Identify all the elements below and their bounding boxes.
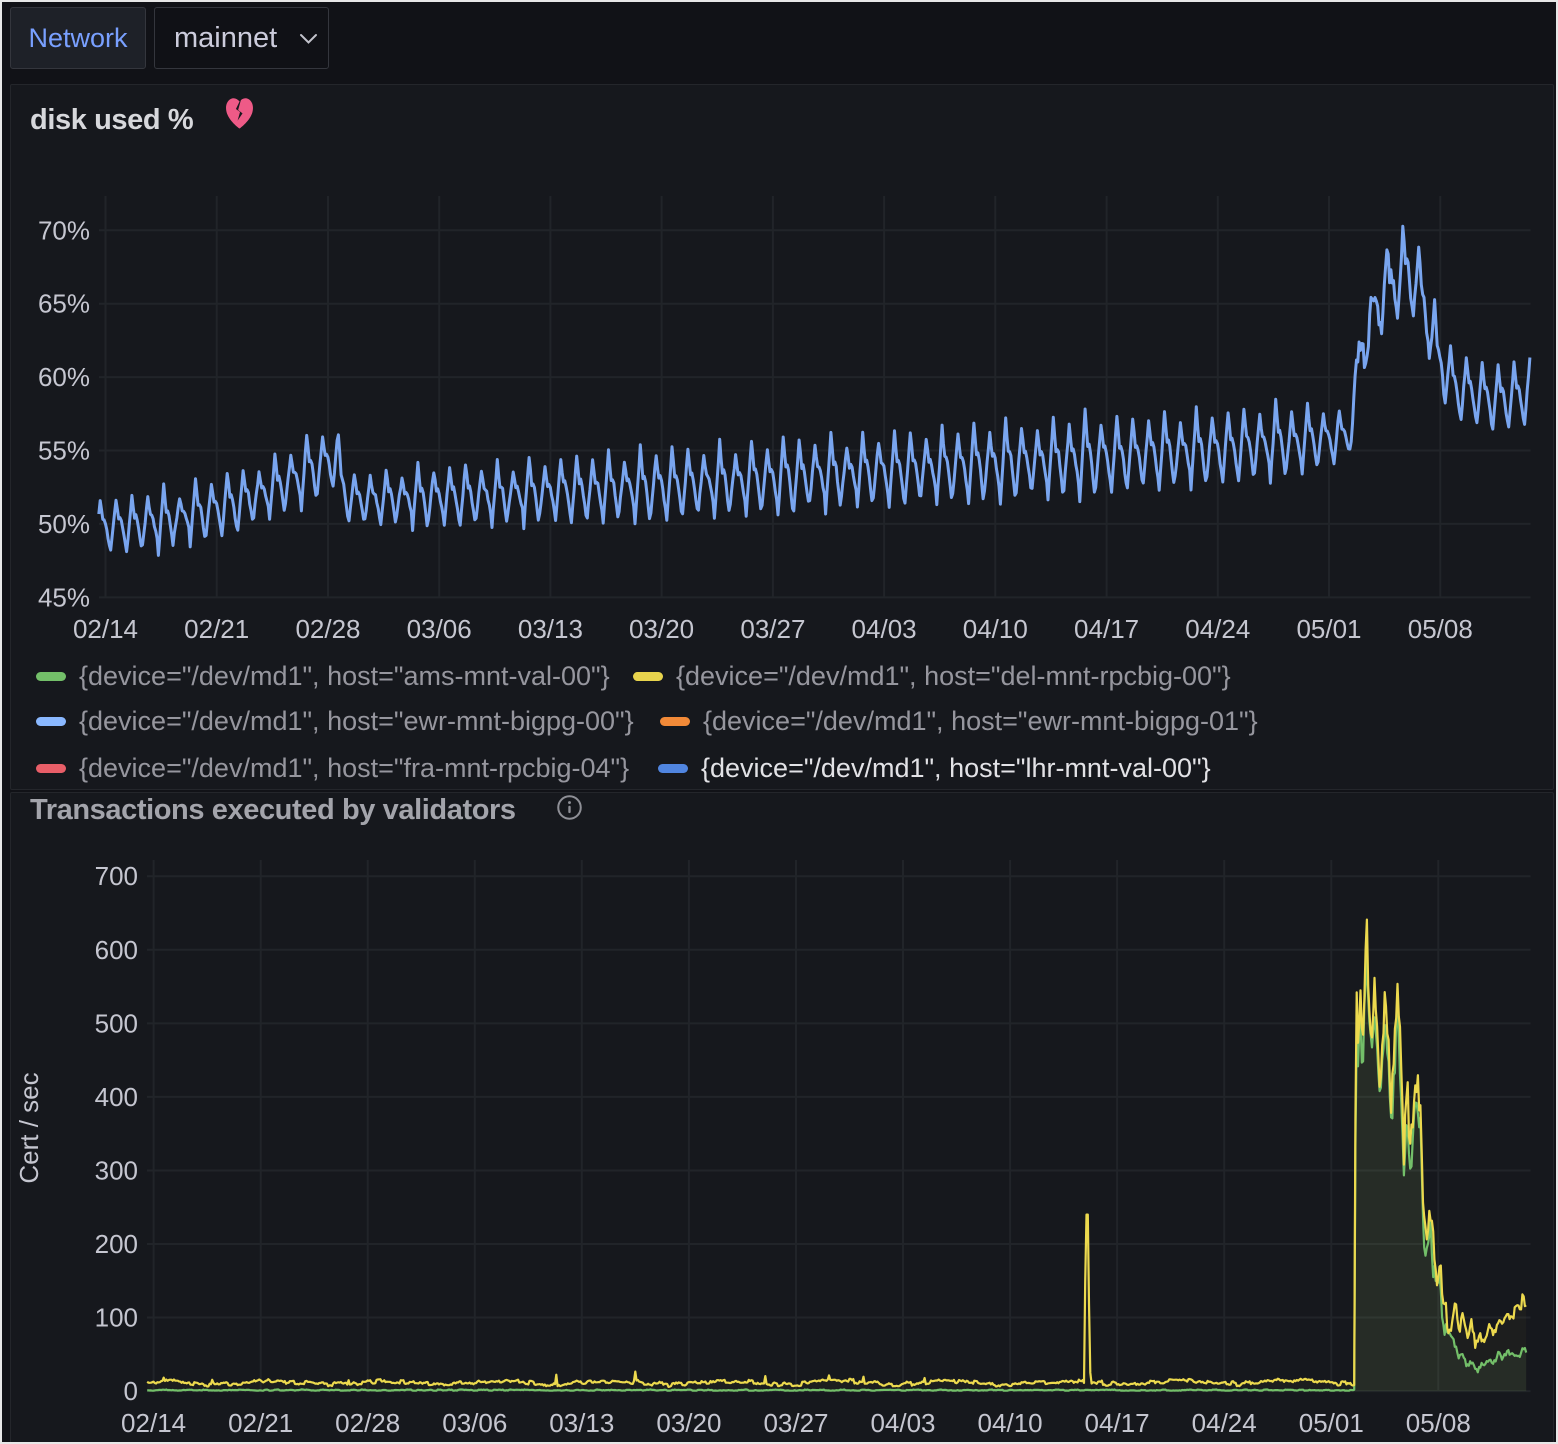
- svg-text:300: 300: [95, 1156, 138, 1186]
- svg-text:04/24: 04/24: [1192, 1408, 1257, 1438]
- svg-text:02/28: 02/28: [335, 1408, 400, 1438]
- svg-text:02/14: 02/14: [73, 614, 138, 644]
- svg-text:04/17: 04/17: [1085, 1408, 1150, 1438]
- svg-text:03/20: 03/20: [629, 614, 694, 644]
- svg-text:03/20: 03/20: [656, 1408, 721, 1438]
- svg-text:03/27: 03/27: [763, 1408, 828, 1438]
- svg-text:02/21: 02/21: [184, 614, 249, 644]
- svg-text:03/06: 03/06: [442, 1408, 507, 1438]
- svg-text:200: 200: [95, 1229, 138, 1259]
- svg-text:500: 500: [95, 1008, 138, 1038]
- svg-text:70%: 70%: [38, 215, 90, 245]
- svg-text:04/10: 04/10: [963, 614, 1028, 644]
- svg-text:05/01: 05/01: [1299, 1408, 1364, 1438]
- svg-text:700: 700: [95, 861, 138, 891]
- svg-text:03/27: 03/27: [740, 614, 805, 644]
- svg-text:04/17: 04/17: [1074, 614, 1139, 644]
- svg-text:05/08: 05/08: [1408, 614, 1473, 644]
- svg-text:45%: 45%: [38, 582, 90, 612]
- svg-text:03/06: 03/06: [407, 614, 472, 644]
- svg-text:02/21: 02/21: [228, 1408, 293, 1438]
- svg-text:03/13: 03/13: [549, 1408, 614, 1438]
- svg-text:05/01: 05/01: [1296, 614, 1361, 644]
- svg-text:400: 400: [95, 1082, 138, 1112]
- svg-text:04/03: 04/03: [870, 1408, 935, 1438]
- svg-text:05/08: 05/08: [1406, 1408, 1471, 1438]
- svg-text:03/13: 03/13: [518, 614, 583, 644]
- svg-text:600: 600: [95, 935, 138, 965]
- svg-text:02/28: 02/28: [295, 614, 360, 644]
- svg-text:60%: 60%: [38, 362, 90, 392]
- svg-text:65%: 65%: [38, 289, 90, 319]
- svg-text:Cert / sec: Cert / sec: [14, 1072, 44, 1183]
- svg-text:04/03: 04/03: [852, 614, 917, 644]
- svg-text:04/24: 04/24: [1185, 614, 1250, 644]
- svg-text:04/10: 04/10: [978, 1408, 1043, 1438]
- svg-text:55%: 55%: [38, 436, 90, 466]
- svg-text:02/14: 02/14: [121, 1408, 186, 1438]
- svg-text:0: 0: [124, 1376, 138, 1406]
- svg-text:100: 100: [95, 1303, 138, 1333]
- svg-text:50%: 50%: [38, 509, 90, 539]
